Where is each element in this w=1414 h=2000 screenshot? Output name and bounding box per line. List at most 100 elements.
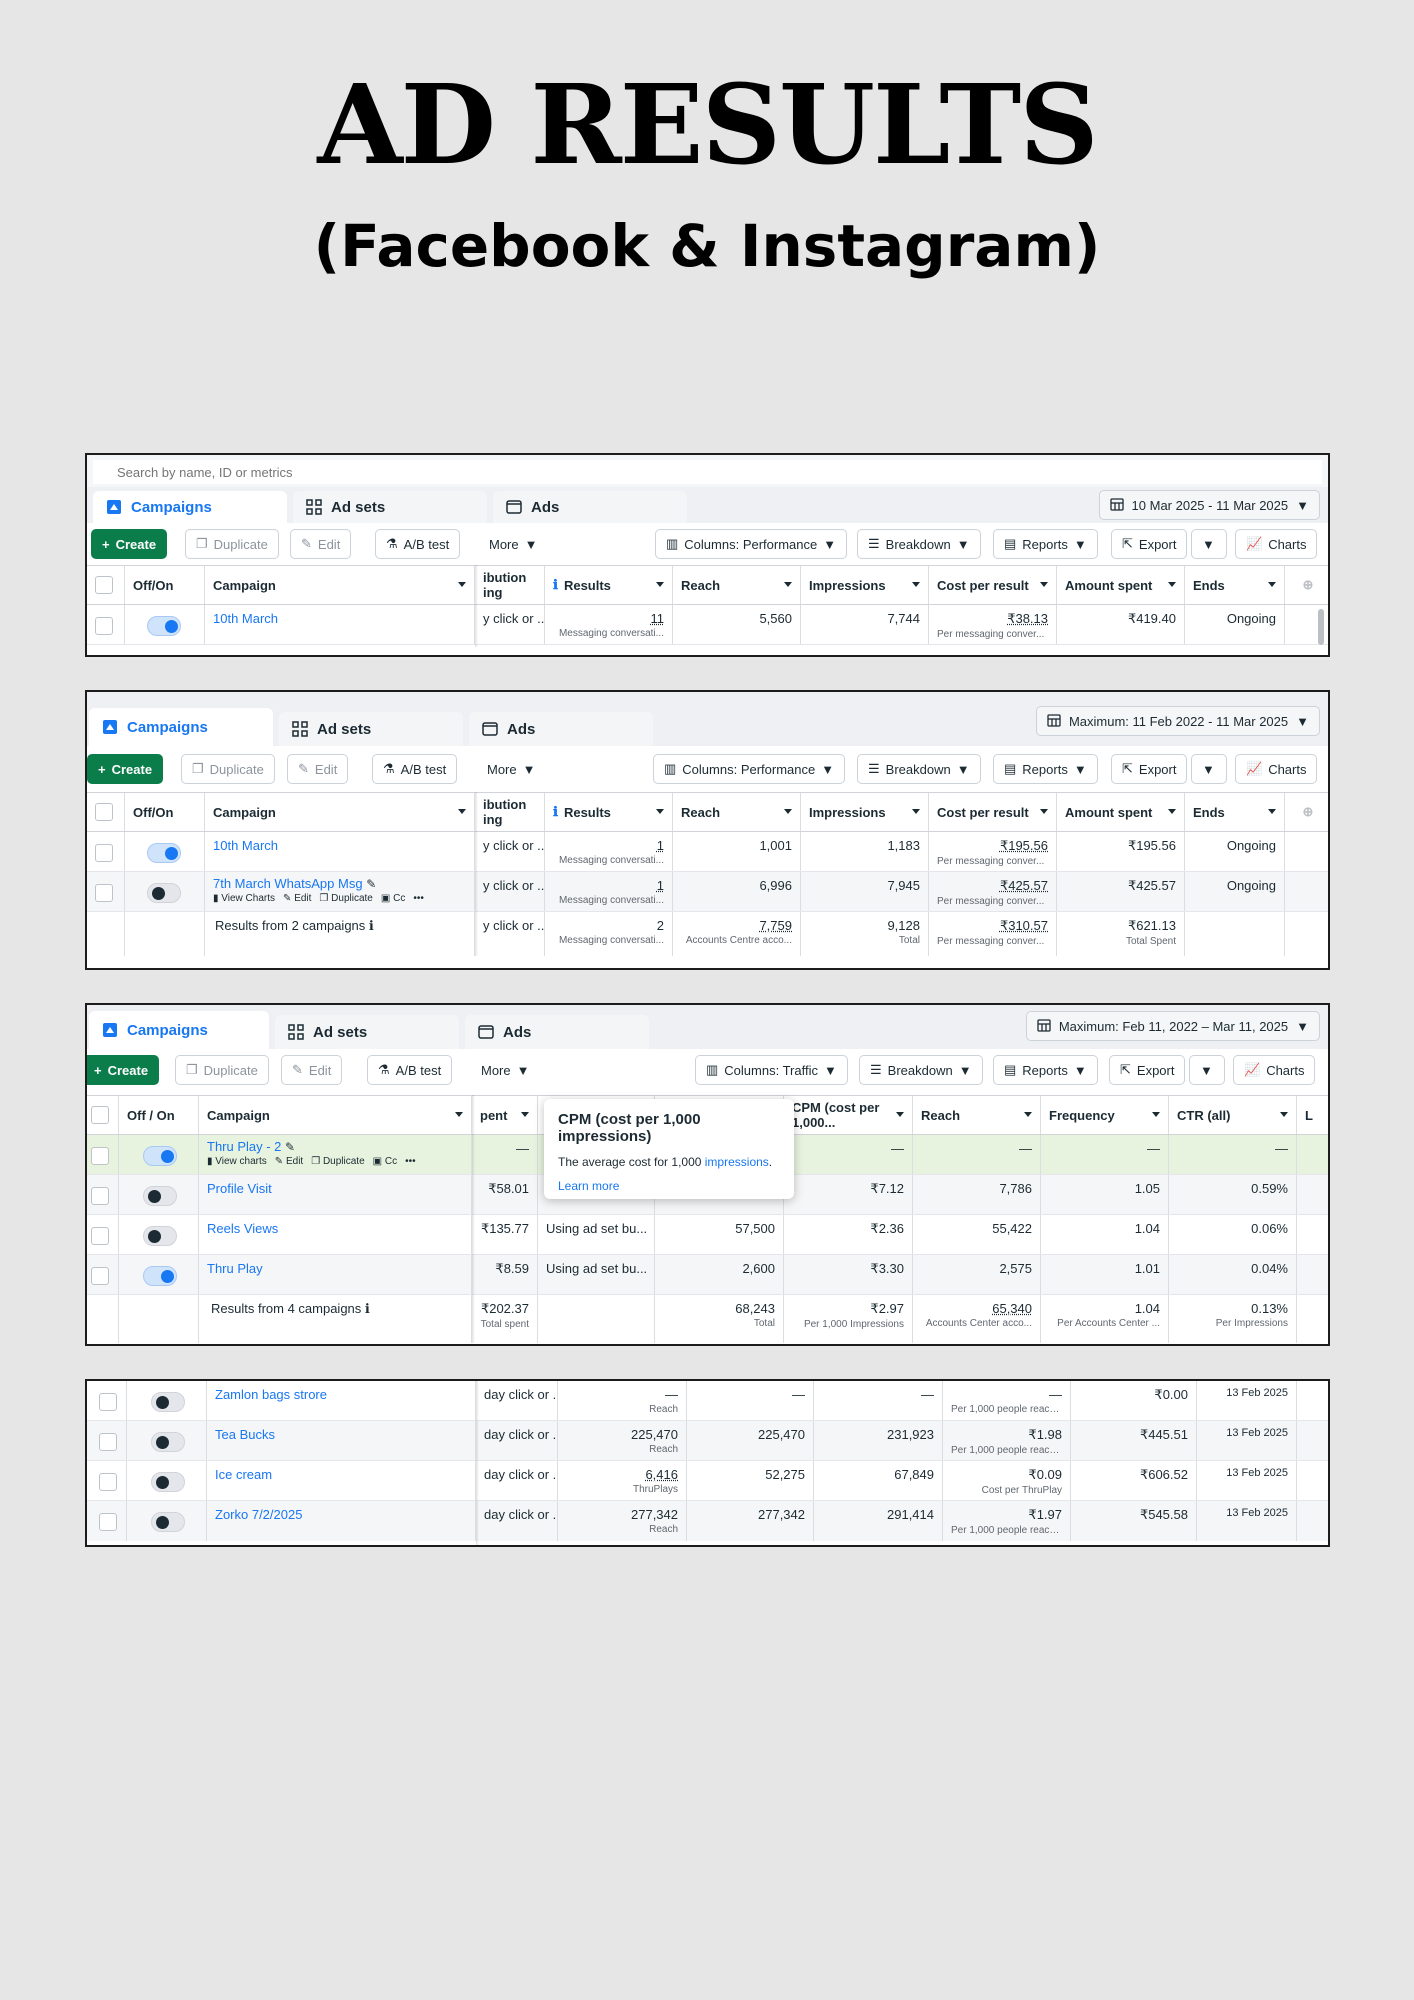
duplicate-link[interactable]: ❐ Duplicate — [319, 893, 372, 904]
duplicate-button[interactable]: ❐ Duplicate — [181, 754, 275, 784]
add-column-icon[interactable]: ⊕ — [1285, 566, 1328, 604]
header-results[interactable]: ℹ Results — [545, 566, 673, 604]
more-options-icon[interactable]: ••• — [405, 1156, 416, 1167]
campaign-name-link[interactable]: 7th March WhatsApp Msg — [213, 876, 363, 891]
table-row[interactable]: Zamlon bags strore day click or ... — Rea… — [87, 1381, 1328, 1421]
reports-button[interactable]: ▤ Reports ▼ — [993, 529, 1098, 559]
reports-button[interactable]: ▤ Reports ▼ — [993, 754, 1098, 784]
header-campaign[interactable]: Campaign — [205, 793, 475, 831]
header-campaign[interactable]: Campaign — [199, 1096, 472, 1134]
search-input[interactable] — [93, 460, 1322, 484]
tab-campaigns[interactable]: Campaigns — [93, 491, 287, 523]
cc-link[interactable]: ▣ Cc — [381, 893, 405, 904]
edit-button[interactable]: ✎ Edit — [287, 754, 349, 784]
tab-ads[interactable]: Ads — [465, 1015, 649, 1049]
campaign-toggle[interactable] — [143, 1186, 177, 1206]
header-reach[interactable]: Reach — [673, 793, 801, 831]
abtest-button[interactable]: ⚗ A/B test — [372, 754, 458, 784]
table-row[interactable]: Reels Views ₹135.77 Using ad set bu... 5… — [87, 1215, 1328, 1255]
select-all-checkbox[interactable] — [91, 1106, 109, 1124]
cc-link[interactable]: ▣ Cc — [373, 1156, 397, 1167]
date-range-picker[interactable]: 10 Mar 2025 - 11 Mar 2025 ▼ — [1098, 490, 1320, 520]
tab-adsets[interactable]: Ad sets — [293, 491, 487, 523]
row-checkbox[interactable] — [91, 1147, 109, 1165]
row-checkbox[interactable] — [99, 1513, 117, 1531]
campaign-toggle[interactable] — [143, 1226, 177, 1246]
header-next[interactable]: L — [1297, 1096, 1328, 1134]
export-dropdown-button[interactable]: ▼ — [1189, 1055, 1225, 1085]
campaign-toggle[interactable] — [147, 883, 181, 903]
header-amount-spent[interactable]: Amount spent — [1057, 566, 1185, 604]
campaign-toggle[interactable] — [147, 843, 181, 863]
header-offon[interactable]: Off / On — [119, 1096, 199, 1134]
breakdown-button[interactable]: ☰ Breakdown ▼ — [857, 754, 981, 784]
abtest-button[interactable]: ⚗ A/B test — [367, 1055, 453, 1085]
tab-campaigns[interactable]: Campaigns — [89, 1011, 269, 1049]
row-checkbox[interactable] — [95, 884, 113, 902]
header-amount-spent[interactable]: Amount spent — [1057, 793, 1185, 831]
pencil-icon[interactable]: ✎ — [285, 1140, 295, 1154]
export-dropdown-button[interactable]: ▼ — [1191, 529, 1227, 559]
export-dropdown-button[interactable]: ▼ — [1191, 754, 1227, 784]
table-row[interactable]: 7th March WhatsApp Msg ✎ ▮ View Charts ✎… — [87, 872, 1328, 912]
more-options-icon[interactable]: ••• — [413, 893, 424, 904]
campaign-name-link[interactable]: Zamlon bags strore — [207, 1381, 476, 1420]
header-cost-per-result[interactable]: Cost per result — [929, 793, 1057, 831]
add-column-icon[interactable]: ⊕ — [1285, 793, 1328, 831]
more-button[interactable]: More ▼ — [477, 754, 546, 784]
campaign-name-link[interactable]: 10th March — [205, 832, 475, 871]
tab-ads[interactable]: Ads — [469, 712, 653, 746]
table-row[interactable]: 10th March y click or ... 1 Messaging con… — [87, 832, 1328, 872]
header-amount-spent[interactable]: pent — [472, 1096, 538, 1134]
campaign-name-link[interactable]: Thru Play — [199, 1255, 472, 1294]
columns-button[interactable]: ▥ Columns: Traffic ▼ — [695, 1055, 848, 1085]
campaign-name-link[interactable]: Thru Play - 2 — [207, 1139, 281, 1154]
tab-adsets[interactable]: Ad sets — [279, 712, 463, 746]
header-impressions[interactable]: Impressions — [801, 566, 929, 604]
campaign-toggle[interactable] — [143, 1266, 177, 1286]
view-charts-link[interactable]: ▮ View Charts — [213, 893, 275, 904]
row-checkbox[interactable] — [99, 1393, 117, 1411]
columns-button[interactable]: ▥ Columns: Performance ▼ — [655, 529, 848, 559]
learn-more-link[interactable]: Learn more — [558, 1179, 780, 1193]
row-checkbox[interactable] — [95, 844, 113, 862]
campaign-name-link[interactable]: Reels Views — [199, 1215, 472, 1254]
create-button[interactable]: + Create — [87, 754, 164, 784]
table-row[interactable]: Ice cream day click or ... 6,416 ThruPlay… — [87, 1461, 1328, 1501]
header-campaign[interactable]: Campaign — [205, 566, 475, 604]
table-row[interactable]: Zorko 7/2/2025 day click or ... 277,342 R… — [87, 1501, 1328, 1541]
header-ends[interactable]: Ends — [1185, 566, 1285, 604]
export-button[interactable]: ⇱ Export — [1111, 754, 1188, 784]
campaign-toggle[interactable] — [151, 1392, 185, 1412]
table-row[interactable]: 10th March y click or ... 11 Messaging co… — [87, 605, 1328, 645]
campaign-toggle[interactable] — [151, 1432, 185, 1452]
header-cpm[interactable]: CPM (cost per 1,000... — [784, 1096, 913, 1134]
row-checkbox[interactable] — [99, 1433, 117, 1451]
row-checkbox[interactable] — [95, 617, 113, 635]
header-results[interactable]: ℹ Results — [545, 793, 673, 831]
info-icon[interactable]: ℹ — [365, 1301, 370, 1316]
date-range-picker[interactable]: Maximum: Feb 11, 2022 – Mar 11, 2025 ▼ — [1025, 1011, 1320, 1041]
reports-button[interactable]: ▤ Reports ▼ — [993, 1055, 1098, 1085]
pencil-icon[interactable]: ✎ — [366, 877, 376, 891]
export-button[interactable]: ⇱ Export — [1111, 529, 1188, 559]
more-button[interactable]: More ▼ — [479, 529, 548, 559]
select-all-checkbox[interactable] — [95, 576, 113, 594]
row-checkbox[interactable] — [91, 1187, 109, 1205]
campaign-toggle[interactable] — [143, 1146, 177, 1166]
breakdown-button[interactable]: ☰ Breakdown ▼ — [857, 529, 981, 559]
table-row[interactable]: Thru Play ₹8.59 Using ad set bu... 2,600… — [87, 1255, 1328, 1295]
tooltip-body-link[interactable]: impressions — [705, 1155, 769, 1169]
create-button[interactable]: + Create — [91, 529, 168, 559]
tab-campaigns[interactable]: Campaigns — [89, 708, 273, 746]
tab-adsets[interactable]: Ad sets — [275, 1015, 459, 1049]
campaign-toggle[interactable] — [151, 1472, 185, 1492]
edit-link[interactable]: ✎ Edit — [275, 1156, 303, 1167]
header-cost-per-result[interactable]: Cost per result — [929, 566, 1057, 604]
campaign-name-link[interactable]: Tea Bucks — [207, 1421, 476, 1460]
edit-button[interactable]: ✎ Edit — [290, 529, 352, 559]
campaign-name-link[interactable]: Profile Visit — [199, 1175, 472, 1214]
charts-button[interactable]: 📈 Charts — [1235, 754, 1318, 784]
header-impressions[interactable]: Impressions — [801, 793, 929, 831]
select-all-checkbox[interactable] — [95, 803, 113, 821]
